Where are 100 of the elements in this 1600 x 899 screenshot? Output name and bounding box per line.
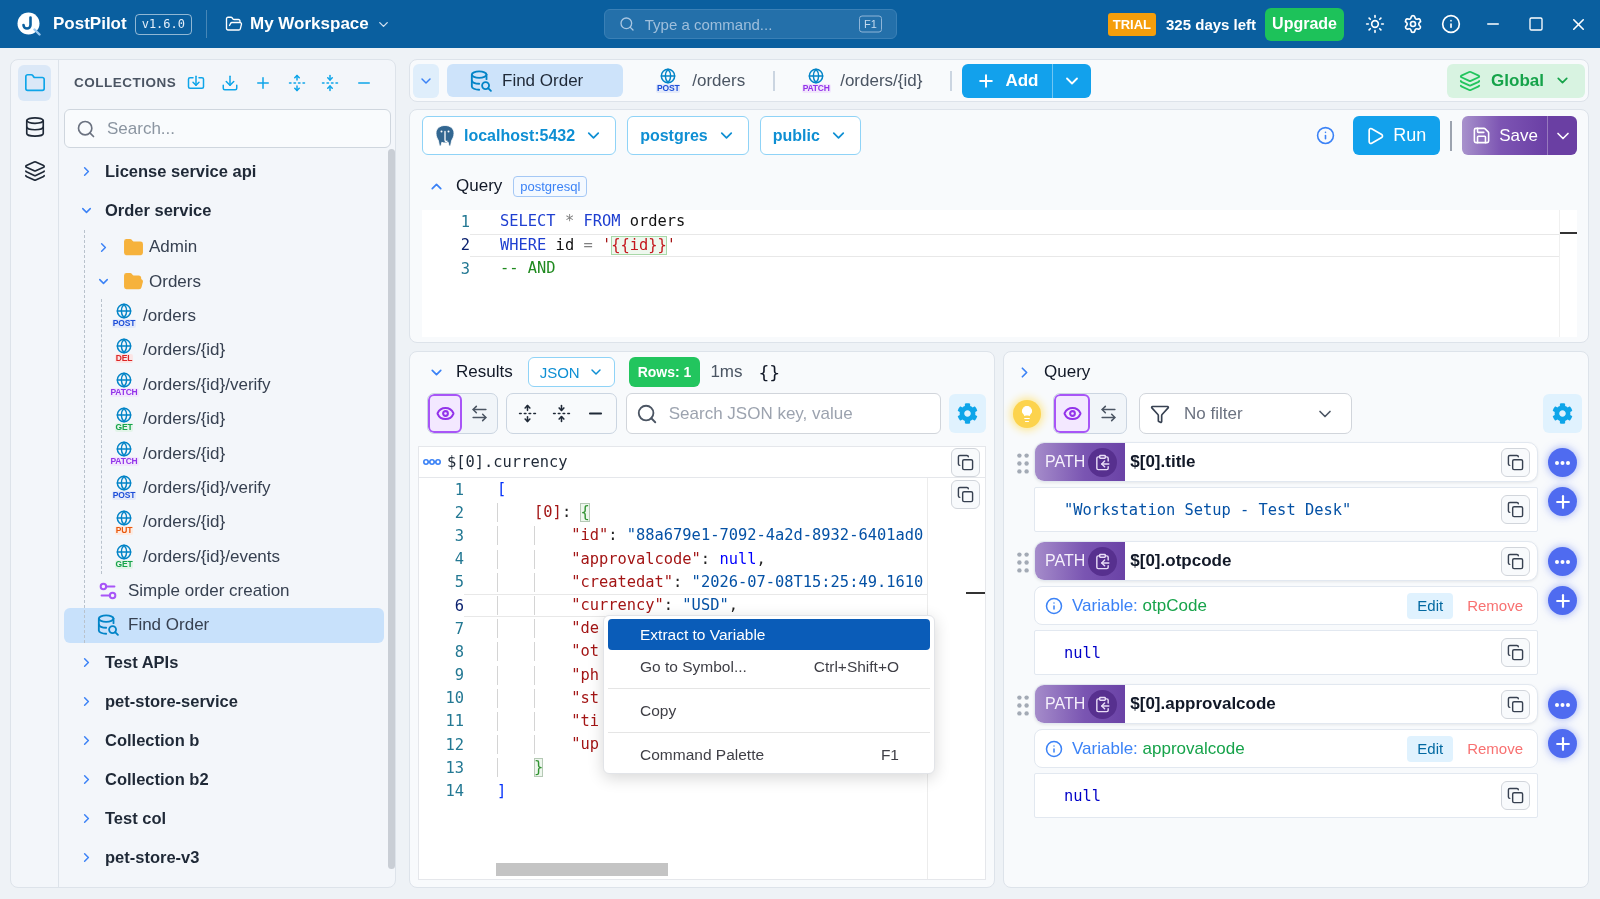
tree-item[interactable]: Find Order [64,608,384,643]
json-value: null [1064,643,1102,662]
database-select[interactable]: postgres [627,116,749,155]
tree-item[interactable]: Collection b2 [64,759,384,799]
download-icon[interactable] [220,73,239,92]
path-text: $[0].title [1130,452,1196,472]
tab[interactable]: POST /orders [631,64,770,97]
sun-icon[interactable] [1365,14,1385,34]
globe-icon [808,68,825,84]
drag-handle-icon[interactable] [1017,695,1029,716]
tree-item[interactable]: Simple order creation [64,573,384,609]
tree-item[interactable]: pet-store-service [64,681,384,721]
tree-item[interactable]: Test col [64,798,384,838]
line-number: 7 [454,619,464,638]
tree-item[interactable]: License service api [64,152,384,191]
menu-item[interactable]: Extract to Variable [608,619,930,650]
tree-item[interactable]: Admin [64,230,384,265]
code-line: } [497,758,544,778]
schema-select[interactable]: public [759,116,861,155]
import-icon[interactable] [187,73,206,92]
swap-arrows-icon [470,404,490,423]
more-button[interactable] [1548,547,1577,576]
copy-button[interactable] [1501,781,1530,810]
globe-icon [116,303,132,320]
tree-item[interactable]: GET /orders/{id} [64,401,384,437]
tree-item[interactable]: POST /orders [64,298,384,334]
settings-icon[interactable] [1403,14,1423,34]
copy-button[interactable] [1501,546,1530,576]
more-button[interactable] [1548,448,1577,477]
drag-handle-icon[interactable] [1017,453,1029,474]
copy-button[interactable] [951,447,980,477]
maximize-icon[interactable] [1527,16,1544,32]
section-title: Query [456,176,503,196]
code-line: "up [497,735,599,755]
fold-icon[interactable] [551,404,571,423]
line-number: 5 [454,573,464,592]
code-line: ] [497,781,507,801]
folder-icon [123,236,144,258]
workspace-button[interactable]: My Workspace [225,14,391,34]
layers-icon [1459,69,1482,92]
filter-icon [1150,403,1170,424]
method-badge: GET [114,422,134,432]
tab[interactable]: Find Order [447,64,624,97]
shortcut-text: Ctrl+Shift+O [813,657,899,676]
copy-icon [1507,552,1524,570]
info-icon [1045,739,1063,758]
tree-item[interactable]: Order service [64,191,384,230]
tree-item[interactable]: Collection b [64,720,384,760]
line-number: 1 [460,212,470,231]
more-button[interactable] [1548,690,1577,719]
unfold-icon[interactable] [517,404,537,423]
search-field[interactable]: Search JSON key, value [625,393,941,434]
globe-icon [116,441,132,458]
language-badge: postgresql [513,175,588,197]
format-select[interactable]: JSON [527,357,615,387]
copy-button[interactable] [951,480,980,509]
copy-icon [1507,501,1524,518]
add-button[interactable] [1548,586,1577,615]
tree-item[interactable]: pet-store-v3 [64,837,384,877]
tab[interactable]: PATCH /orders/{id} [779,64,947,97]
view-toggle[interactable] [1054,394,1090,433]
tree-item[interactable]: DEL /orders/{id} [64,333,384,368]
connection-select[interactable]: localhost:5432 [422,116,617,155]
braces-symbol[interactable]: {} [758,361,781,383]
add-button[interactable] [1548,729,1577,758]
copy-button[interactable] [1501,689,1530,719]
globe-icon [116,544,132,561]
menu-item[interactable]: Copy [608,695,930,726]
copy-icon [957,453,974,471]
copy-button[interactable] [1501,447,1530,477]
tree-item[interactable]: GET /orders/{id}/events [64,539,384,574]
menu-item[interactable]: Command Palette F1 [608,739,930,770]
line-number: 9 [454,666,464,685]
duration-text: 1ms [710,362,743,382]
settings-button[interactable] [948,394,986,433]
edit-button[interactable]: Edit [1407,735,1454,762]
globe-icon [116,406,132,423]
filter-select[interactable]: No filter [1139,393,1352,434]
tree-item[interactable]: PATCH /orders/{id} [64,436,384,471]
line-number: 13 [445,758,464,777]
tree-item[interactable]: PATCH /orders/{id}/verify [64,367,384,402]
drag-handle-icon[interactable] [1017,552,1029,573]
database-search-icon [97,614,119,637]
view-toggle[interactable] [428,394,463,433]
line-number: 1 [454,480,464,499]
tree-item[interactable]: PUT /orders/{id} [64,505,384,540]
save-button[interactable]: Save [1462,116,1547,155]
menu-item[interactable]: Go to Symbol... Ctrl+Shift+O [608,651,930,682]
add-menu-button[interactable] [1052,63,1092,98]
copy-button[interactable] [1501,638,1530,667]
tree-item[interactable]: POST /orders/{id}/verify [64,470,384,506]
tree-item[interactable]: Test APIs [64,642,384,682]
settings-button[interactable] [1543,394,1582,433]
search-field[interactable]: Search... [64,109,391,148]
add-button[interactable] [1548,487,1577,516]
copy-button[interactable] [1501,495,1530,524]
edit-button[interactable]: Edit [1407,592,1454,619]
save-menu-button[interactable] [1547,116,1577,155]
info-icon[interactable] [1316,126,1336,145]
tree-item[interactable]: Orders [64,264,384,299]
